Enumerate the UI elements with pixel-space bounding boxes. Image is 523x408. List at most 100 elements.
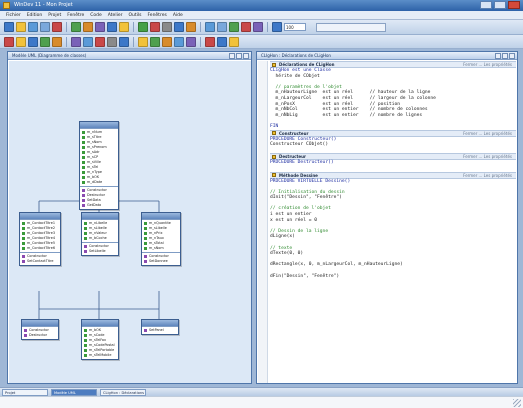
colors-icon[interactable] <box>229 36 239 47</box>
class-icon[interactable] <box>16 36 26 47</box>
stop-icon[interactable] <box>162 22 172 32</box>
options-icon[interactable] <box>217 36 227 47</box>
uml-fields: m_nQuantite m_sLibelle m_nPrix m_nTaux m_sTo… <box>142 219 180 252</box>
menu-item[interactable]: Atelier <box>108 11 123 19</box>
field-icon <box>82 181 85 184</box>
align-icon[interactable] <box>119 36 129 47</box>
find-icon[interactable] <box>119 22 129 32</box>
compile-icon[interactable] <box>174 22 184 32</box>
window-tab[interactable]: CLigHon : Déclarations <box>100 388 146 396</box>
uml-close-button[interactable] <box>243 53 249 59</box>
menu-item[interactable]: Outils <box>128 11 141 19</box>
properties-icon[interactable] <box>186 36 196 47</box>
toolbar-separator <box>200 22 201 32</box>
window-icon[interactable] <box>217 22 227 32</box>
save-icon[interactable] <box>28 22 38 32</box>
close-button[interactable] <box>508 1 520 9</box>
menu-item[interactable]: Code <box>90 11 102 19</box>
field-icon <box>84 339 87 342</box>
menu-item[interactable]: Aide <box>173 11 183 19</box>
menu-item[interactable]: Fichier <box>6 11 21 19</box>
redo-icon[interactable] <box>107 22 117 32</box>
window-tab[interactable]: Projet <box>2 388 48 396</box>
query-icon[interactable] <box>241 22 251 32</box>
undo-icon[interactable] <box>95 22 105 32</box>
uml-diagram-window: Modèle UML (Diagramme de classes) m_nNum… <box>7 51 252 384</box>
field-icon <box>82 146 85 149</box>
note-icon[interactable] <box>83 36 93 47</box>
link-icon[interactable] <box>95 36 105 47</box>
code-section-header[interactable]: Constructeur Fermer ... Les propriétés <box>270 129 516 137</box>
code-section-link[interactable]: Fermer ... Les propriétés <box>463 173 512 178</box>
project-icon[interactable] <box>186 22 196 32</box>
uml-class[interactable]: m_nQuantite m_sLibelle m_nPrix m_nTaux m_sTo… <box>141 212 181 266</box>
uml-class[interactable]: m_nNum m_sTitre m_sNom m_sPrenom m_sAdr m_sCP… <box>79 121 119 210</box>
new-icon[interactable] <box>4 22 14 32</box>
report-icon[interactable] <box>229 22 239 32</box>
menu-item[interactable]: Fenêtre <box>67 11 84 19</box>
uml-class[interactable]: SetPanel <box>141 319 179 335</box>
toolbar-separator <box>66 22 67 32</box>
paste-icon[interactable] <box>83 22 93 32</box>
code-editor[interactable]: Déclarations de CLigHon Fermer ... Les pr… <box>258 61 517 383</box>
code-section-link[interactable]: Fermer ... Les propriétés <box>463 131 512 136</box>
code-close-button[interactable] <box>509 53 515 59</box>
help-icon[interactable] <box>272 22 282 32</box>
zoom-out-icon[interactable] <box>150 36 160 47</box>
toolbar-separator <box>133 22 134 32</box>
code-section-header[interactable]: Méthode Dessine Fermer ... Les propriétés <box>270 171 516 179</box>
cut-icon[interactable] <box>52 22 62 32</box>
code-section-title: Méthode Dessine <box>279 172 318 178</box>
code-window-controls <box>495 53 515 59</box>
uml-field: m_ContactTitre6 <box>22 246 58 251</box>
zoom-combo[interactable]: 100 <box>284 23 306 31</box>
run-icon[interactable] <box>138 22 148 32</box>
window-titlebar: WinDev 11 - Mon Projet <box>0 0 523 11</box>
code-maximize-button[interactable] <box>502 53 508 59</box>
association-icon[interactable] <box>28 36 38 47</box>
export-icon[interactable] <box>174 36 184 47</box>
code-icon[interactable] <box>253 22 263 32</box>
layout-icon[interactable] <box>162 36 172 47</box>
method-icon <box>84 250 87 253</box>
maximize-button[interactable] <box>494 1 506 9</box>
analysis-icon[interactable] <box>205 22 215 32</box>
inherit-icon[interactable] <box>71 36 81 47</box>
zoom-in-icon[interactable] <box>138 36 148 47</box>
menu-item[interactable]: Edition <box>27 11 43 19</box>
uml-canvas[interactable]: m_nNum m_sTitre m_sNom m_sPrenom m_sAdr m_sCP… <box>9 61 251 383</box>
field-icon <box>144 242 147 245</box>
open-icon[interactable] <box>16 22 26 32</box>
resize-grip-icon[interactable] <box>513 399 521 407</box>
code-area[interactable]: Déclarations de CLigHon Fermer ... Les pr… <box>270 61 516 383</box>
uml-class[interactable]: m_ContactTitre1 m_ContactTitre2 m_ContactT… <box>19 212 61 266</box>
window-tab[interactable]: Modèle UML <box>51 388 97 396</box>
debug-icon[interactable] <box>150 22 160 32</box>
uml-maximize-button[interactable] <box>236 53 242 59</box>
field-icon <box>84 334 87 337</box>
uml-icon[interactable] <box>4 36 14 47</box>
code-minimize-button[interactable] <box>495 53 501 59</box>
code-section-link[interactable]: Fermer ... Les propriétés <box>463 154 512 159</box>
aggregation-icon[interactable] <box>40 36 50 47</box>
code-line[interactable]: dFin("Dessin", "Fenêtre") <box>270 274 516 280</box>
menu-item[interactable]: Fenêtres <box>147 11 166 19</box>
field-icon <box>22 242 25 245</box>
search-field[interactable] <box>316 22 386 32</box>
print-icon[interactable] <box>40 22 50 32</box>
uml-class[interactable]: m_bOK m_sCode m_sTelFax m_sCodePostal m_sTel… <box>81 319 119 360</box>
uml-class[interactable]: m_nLibelle m_sLibelle m_nValeur m_bCoche Con… <box>81 212 119 256</box>
code-section-link[interactable]: Fermer ... Les propriétés <box>463 62 512 67</box>
uml-minimize-button[interactable] <box>229 53 235 59</box>
composition-icon[interactable] <box>52 36 62 47</box>
menu-item[interactable]: Projet <box>48 11 61 19</box>
code-section-header[interactable]: Déclarations de CLigHon Fermer ... Les pr… <box>270 61 516 68</box>
method-icon <box>24 329 27 332</box>
refresh-icon[interactable] <box>205 36 215 47</box>
field-icon <box>84 232 87 235</box>
copy-icon[interactable] <box>71 22 81 32</box>
uml-class[interactable]: Constructor Destructor <box>21 319 59 340</box>
grid-icon[interactable] <box>107 36 117 47</box>
field-icon <box>82 171 85 174</box>
minimize-button[interactable] <box>480 1 492 9</box>
